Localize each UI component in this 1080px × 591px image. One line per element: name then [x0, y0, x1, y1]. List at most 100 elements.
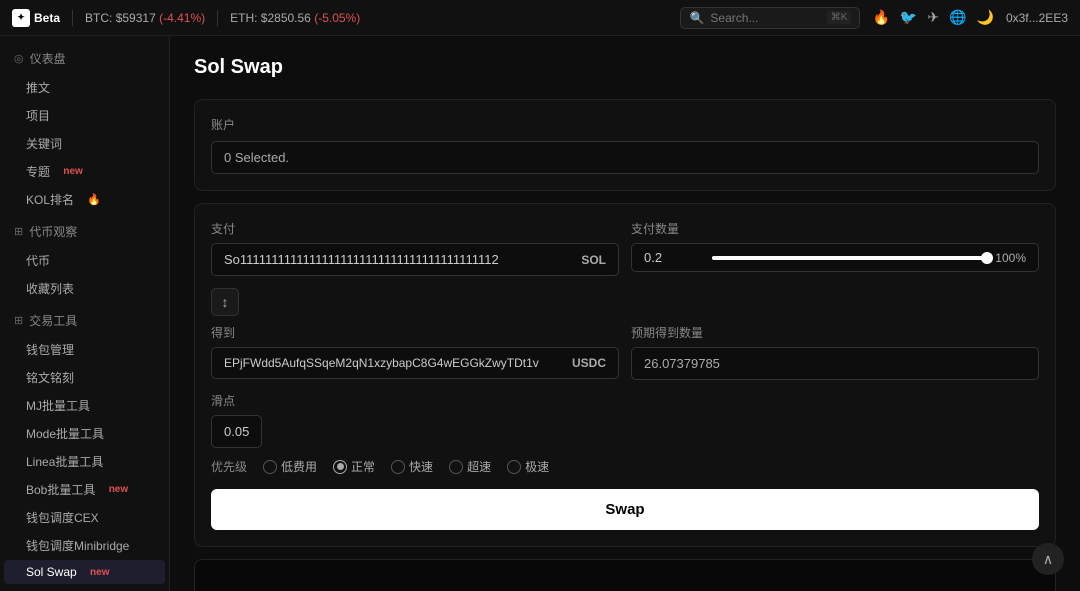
slippage-label: 滑点 — [211, 392, 1039, 409]
sidebar-item-kol[interactable]: KOL排名 🔥 — [4, 186, 165, 213]
radio-circle-superfast — [449, 460, 463, 474]
sidebar-item-wallet-mgmt[interactable]: 钱包管理 — [4, 336, 165, 363]
sidebar-item-sol-swap[interactable]: Sol Swap new — [4, 560, 165, 584]
receive-address-field[interactable] — [224, 356, 564, 370]
receive-section: 得到 USDC — [211, 324, 619, 380]
amount-input-row[interactable]: 100% — [631, 243, 1039, 272]
sidebar-item-bob-batch[interactable]: Bob批量工具 new — [4, 476, 165, 503]
sidebar-item-wallet-mgmt-label: 钱包管理 — [26, 341, 74, 358]
token-watch-icon: ⊞ — [14, 225, 23, 238]
logo-icon: ✦ — [12, 9, 30, 27]
sidebar-item-keywords-label: 关键词 — [26, 135, 62, 152]
radio-circle-extreme — [507, 460, 521, 474]
divider2 — [217, 10, 218, 26]
radio-fast-label: 快速 — [409, 458, 433, 475]
sidebar-item-tokens-label: 代币 — [26, 252, 50, 269]
wallet-address[interactable]: 0x3f...2EE3 — [1006, 11, 1068, 25]
receive-address-input[interactable]: USDC — [211, 347, 619, 379]
pay-address-field[interactable] — [224, 252, 573, 267]
account-label: 账户 — [211, 116, 1039, 133]
sidebar-section-tokens-header[interactable]: ⊞ 代币观察 — [0, 217, 169, 246]
radio-fast[interactable]: 快速 — [391, 458, 433, 475]
sidebar-item-mj-batch[interactable]: MJ批量工具 — [4, 392, 165, 419]
divider1 — [72, 10, 73, 26]
sidebar-item-watchlist[interactable]: 收藏列表 — [4, 275, 165, 302]
receive-label: 得到 — [211, 324, 619, 341]
search-box[interactable]: 🔍 ⌘K — [680, 7, 860, 29]
sidebar-section-dashboard-header[interactable]: ◎ 仪表盘 — [0, 44, 169, 73]
priority-label: 优先级 — [211, 458, 247, 475]
moon-icon[interactable]: 🌙 — [977, 9, 994, 26]
dark-area — [194, 559, 1056, 591]
sidebar-item-watchlist-label: 收藏列表 — [26, 280, 74, 297]
account-card: 账户 0 Selected. — [194, 99, 1056, 191]
radio-circle-low — [263, 460, 277, 474]
sidebar-item-kol-label: KOL排名 — [26, 191, 74, 208]
expected-label: 预期得到数量 — [631, 324, 1039, 341]
search-input[interactable] — [710, 11, 820, 25]
kol-fire-badge: 🔥 — [87, 193, 101, 206]
pay-label: 支付 — [211, 220, 619, 237]
sidebar-section-dashboard-label: 仪表盘 — [30, 50, 66, 67]
sidebar-section-trading-header[interactable]: ⊞ 交易工具 — [0, 306, 169, 335]
sidebar-item-inscription[interactable]: 铭文铭刻 — [4, 364, 165, 391]
eth-price: ETH: $2850.56 (-5.05%) — [230, 11, 360, 25]
twitter-icon[interactable]: 🐦 — [900, 9, 917, 26]
globe-icon[interactable]: 🌐 — [949, 9, 966, 26]
search-kbd: ⌘K — [827, 11, 852, 24]
sidebar-item-cex[interactable]: 钱包调度CEX — [4, 504, 165, 531]
sidebar-item-tweets[interactable]: 推文 — [4, 74, 165, 101]
search-icon: 🔍 — [689, 11, 704, 25]
swap-direction-button[interactable]: ↕ — [211, 288, 239, 316]
sidebar-item-mode-batch[interactable]: Mode批量工具 — [4, 420, 165, 447]
slippage-value[interactable]: 0.05 — [211, 415, 262, 448]
sidebar-item-tokens[interactable]: 代币 — [4, 247, 165, 274]
radio-normal-label: 正常 — [351, 458, 375, 475]
percent-label: 100% — [995, 251, 1026, 265]
pay-token-badge: SOL — [581, 253, 606, 267]
radio-low-label: 低费用 — [281, 458, 317, 475]
sidebar-item-mode-batch-label: Mode批量工具 — [26, 425, 104, 442]
radio-circle-fast — [391, 460, 405, 474]
radio-low-fee[interactable]: 低费用 — [263, 458, 317, 475]
sidebar-item-minibridge[interactable]: 钱包调度Minibridge — [4, 532, 165, 559]
receive-row: 得到 USDC 预期得到数量 26.07379785 — [211, 324, 1039, 380]
social-icons: 🔥 🐦 ✈ 🌐 🌙 — [872, 9, 993, 26]
sol-swap-new-badge: new — [90, 567, 109, 578]
logo[interactable]: ✦ Beta — [12, 9, 60, 27]
receive-token-badge: USDC — [572, 356, 606, 370]
radio-extreme-label: 极速 — [525, 458, 549, 475]
fire-icon: 🔥 — [872, 9, 889, 26]
sidebar-item-sol-swap-label: Sol Swap — [26, 565, 77, 579]
sidebar-section-dashboard: ◎ 仪表盘 推文 项目 关键词 专题 new KOL排名 🔥 — [0, 44, 169, 213]
telegram-icon[interactable]: ✈ — [927, 9, 939, 26]
sidebar-item-tweets-label: 推文 — [26, 79, 50, 96]
expected-value: 26.07379785 — [644, 356, 720, 371]
swap-button[interactable]: Swap — [211, 489, 1039, 530]
sidebar-item-linea-batch[interactable]: Linea批量工具 — [4, 448, 165, 475]
sidebar-item-keywords[interactable]: 关键词 — [4, 130, 165, 157]
account-selector[interactable]: 0 Selected. — [211, 141, 1039, 174]
topbar: ✦ Beta BTC: $59317 (-4.41%) ETH: $2850.5… — [0, 0, 1080, 36]
sidebar-item-cex-label: 钱包调度CEX — [26, 509, 99, 526]
amount-slider-track[interactable] — [712, 256, 987, 260]
radio-superfast[interactable]: 超速 — [449, 458, 491, 475]
radio-extreme[interactable]: 极速 — [507, 458, 549, 475]
sidebar-item-topics-label: 专题 — [26, 163, 50, 180]
trading-icon: ⊞ — [14, 314, 23, 327]
radio-superfast-label: 超速 — [467, 458, 491, 475]
page-title: Sol Swap — [194, 56, 1056, 79]
main-layout: ◎ 仪表盘 推文 项目 关键词 专题 new KOL排名 🔥 — [0, 36, 1080, 591]
slider-fill — [712, 256, 987, 260]
sidebar-item-projects-label: 项目 — [26, 107, 50, 124]
amount-input[interactable] — [644, 250, 704, 265]
pay-row: 支付 SOL 支付数量 100% — [211, 220, 1039, 276]
slippage-section: 滑点 0.05 — [211, 392, 1039, 448]
expected-value-display: 26.07379785 — [631, 347, 1039, 380]
scroll-top-button[interactable]: ∧ — [1032, 543, 1064, 575]
sidebar-item-topics[interactable]: 专题 new — [4, 158, 165, 185]
radio-normal[interactable]: 正常 — [333, 458, 375, 475]
pay-address-input[interactable]: SOL — [211, 243, 619, 276]
sidebar-section-tokens-label: 代币观察 — [29, 223, 77, 240]
sidebar-item-projects[interactable]: 项目 — [4, 102, 165, 129]
